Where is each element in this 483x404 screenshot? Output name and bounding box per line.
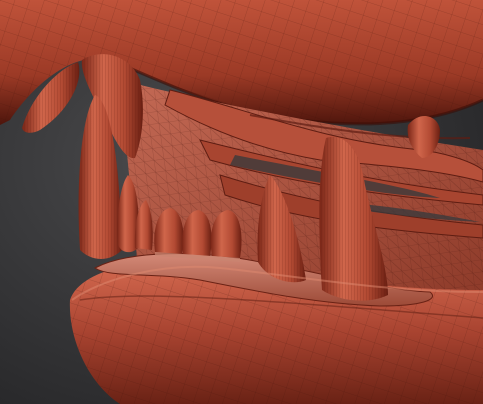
jaw-sculpt-render (0, 0, 483, 404)
lower-molar-row (154, 208, 242, 262)
sculpt-viewport[interactable] (0, 0, 483, 404)
